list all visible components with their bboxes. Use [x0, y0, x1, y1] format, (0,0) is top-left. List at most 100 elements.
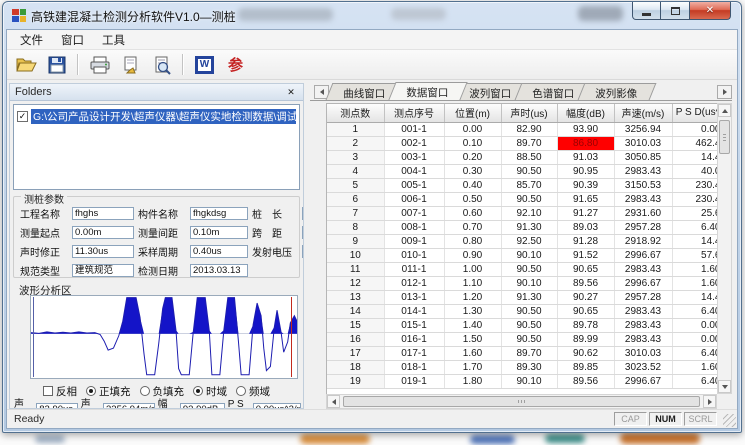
param-field-5[interactable]: 270mm	[302, 226, 304, 239]
table-cell[interactable]: 14.4	[672, 150, 717, 164]
table-cell[interactable]: 90.65	[557, 304, 614, 318]
column-header-5[interactable]: 声速(m/s)	[614, 104, 672, 122]
table-cell[interactable]: 3023.52	[614, 360, 672, 374]
table-cell[interactable]: 1.30	[444, 304, 501, 318]
resize-grip-icon[interactable]	[723, 414, 736, 427]
table-cell[interactable]: 91.03	[557, 150, 614, 164]
table-row[interactable]: 14014-11.3090.5090.652983.436.40	[327, 304, 717, 318]
table-cell[interactable]: 90.10	[501, 374, 557, 388]
menu-item-2[interactable]: 工具	[93, 30, 134, 50]
table-row[interactable]: 13013-11.2091.3090.272957.2814.4	[327, 290, 717, 304]
table-cell[interactable]: 3050.85	[614, 150, 672, 164]
print-button[interactable]	[86, 52, 113, 77]
table-cell[interactable]: 89.56	[557, 374, 614, 388]
parameters-button[interactable]: 参	[222, 52, 249, 77]
waveform-plot[interactable]	[30, 295, 298, 379]
table-cell[interactable]: 90.50	[501, 318, 557, 332]
table-cell[interactable]: 0.00	[444, 122, 501, 136]
param-field-0[interactable]: fhghs	[72, 207, 134, 220]
print-preview-button[interactable]	[148, 52, 175, 77]
table-cell[interactable]: 0.40	[444, 178, 501, 192]
table-cell[interactable]: 1.20	[444, 290, 501, 304]
table-row[interactable]: 6006-10.5090.5091.652983.43230.4	[327, 192, 717, 206]
table-cell[interactable]: 0.70	[444, 220, 501, 234]
table-cell[interactable]: 89.70	[501, 136, 557, 150]
table-cell[interactable]: 3256.94	[614, 122, 672, 136]
highlighted-cell[interactable]: 86.80	[557, 136, 614, 150]
table-cell[interactable]: 6.40	[672, 220, 717, 234]
table-cell[interactable]: 2996.67	[614, 276, 672, 290]
table-cell[interactable]: 1	[327, 122, 384, 136]
table-cell[interactable]: 6.40	[672, 346, 717, 360]
table-cell[interactable]: 12	[327, 276, 384, 290]
table-cell[interactable]: 016-1	[384, 332, 444, 346]
table-cell[interactable]: 0.20	[444, 150, 501, 164]
vertical-scrollbar[interactable]	[717, 103, 732, 394]
table-cell[interactable]: 93.90	[557, 122, 614, 136]
table-cell[interactable]: 90.95	[557, 164, 614, 178]
table-cell[interactable]: 0.50	[444, 192, 501, 206]
column-header-1[interactable]: 测点序号	[384, 104, 444, 122]
table-cell[interactable]: 90.10	[501, 276, 557, 290]
table-cell[interactable]: 2983.43	[614, 262, 672, 276]
scroll-left-button[interactable]	[327, 395, 340, 408]
tab-scroll-right-button[interactable]	[717, 85, 732, 99]
close-button[interactable]: ✕	[689, 2, 731, 20]
table-row[interactable]: 4004-10.3090.5090.952983.4340.0	[327, 164, 717, 178]
table-cell[interactable]: 90.50	[501, 192, 557, 206]
table-row[interactable]: 12012-11.1090.1089.562996.671.60	[327, 276, 717, 290]
horizontal-scrollbar[interactable]	[326, 394, 717, 409]
table-cell[interactable]: 019-1	[384, 374, 444, 388]
table-cell[interactable]: 011-1	[384, 262, 444, 276]
table-cell[interactable]: 17	[327, 346, 384, 360]
table-cell[interactable]: 19	[327, 374, 384, 388]
table-cell[interactable]: 007-1	[384, 206, 444, 220]
table-row[interactable]: 8008-10.7091.3089.032957.286.40	[327, 220, 717, 234]
table-cell[interactable]: 0.10	[444, 136, 501, 150]
table-cell[interactable]: 018-1	[384, 360, 444, 374]
table-cell[interactable]: 90.50	[501, 262, 557, 276]
table-cell[interactable]: 4	[327, 164, 384, 178]
table-row[interactable]: 18018-11.7089.3089.853023.521.60	[327, 360, 717, 374]
table-cell[interactable]: 90.50	[501, 332, 557, 346]
table-cell[interactable]: 1.40	[444, 318, 501, 332]
table-cell[interactable]: 90.65	[557, 262, 614, 276]
table-cell[interactable]: 40.0	[672, 164, 717, 178]
table-cell[interactable]: 3	[327, 150, 384, 164]
table-cell[interactable]: 16	[327, 332, 384, 346]
table-cell[interactable]: 1.50	[444, 332, 501, 346]
radio-icon[interactable]	[140, 386, 150, 396]
table-row[interactable]: 5005-10.4085.7090.393150.53230.4	[327, 178, 717, 192]
table-cell[interactable]: 2983.43	[614, 304, 672, 318]
table-cell[interactable]: 11	[327, 262, 384, 276]
tab-4[interactable]: 波列影像	[578, 83, 657, 100]
table-cell[interactable]: 90.50	[501, 164, 557, 178]
param-field-10[interactable]: 2013.03.13	[190, 264, 248, 277]
horizontal-scroll-thumb[interactable]	[343, 396, 700, 407]
table-cell[interactable]: 18	[327, 360, 384, 374]
table-cell[interactable]: 002-1	[384, 136, 444, 150]
table-cell[interactable]: 6	[327, 192, 384, 206]
table-cell[interactable]: 230.4	[672, 192, 717, 206]
table-cell[interactable]: 2983.43	[614, 192, 672, 206]
folders-close-button[interactable]: ✕	[284, 86, 298, 99]
table-cell[interactable]: 230.4	[672, 178, 717, 192]
param-field-8[interactable]: 500V	[302, 245, 304, 258]
table-cell[interactable]: 91.52	[557, 248, 614, 262]
table-row[interactable]: 2002-10.1089.7086.803010.03462.4	[327, 136, 717, 150]
minimize-button[interactable]	[632, 2, 661, 20]
table-row[interactable]: 9009-10.8092.5091.282918.9214.4	[327, 234, 717, 248]
table-cell[interactable]: 90.10	[501, 248, 557, 262]
table-cell[interactable]: 3010.03	[614, 136, 672, 150]
param-field-7[interactable]: 0.40us	[190, 245, 248, 258]
table-cell[interactable]: 2931.60	[614, 206, 672, 220]
table-cell[interactable]: 90.27	[557, 290, 614, 304]
table-cell[interactable]: 0.60	[444, 206, 501, 220]
table-cell[interactable]: 92.50	[501, 234, 557, 248]
table-cell[interactable]: 462.4	[672, 136, 717, 150]
param-field-9[interactable]: 建筑规范	[72, 264, 134, 277]
radio-4[interactable]: 频域	[236, 384, 270, 399]
save-button[interactable]	[43, 52, 70, 77]
table-cell[interactable]: 92.10	[501, 206, 557, 220]
param-field-2[interactable]: 0.00m	[302, 207, 304, 220]
